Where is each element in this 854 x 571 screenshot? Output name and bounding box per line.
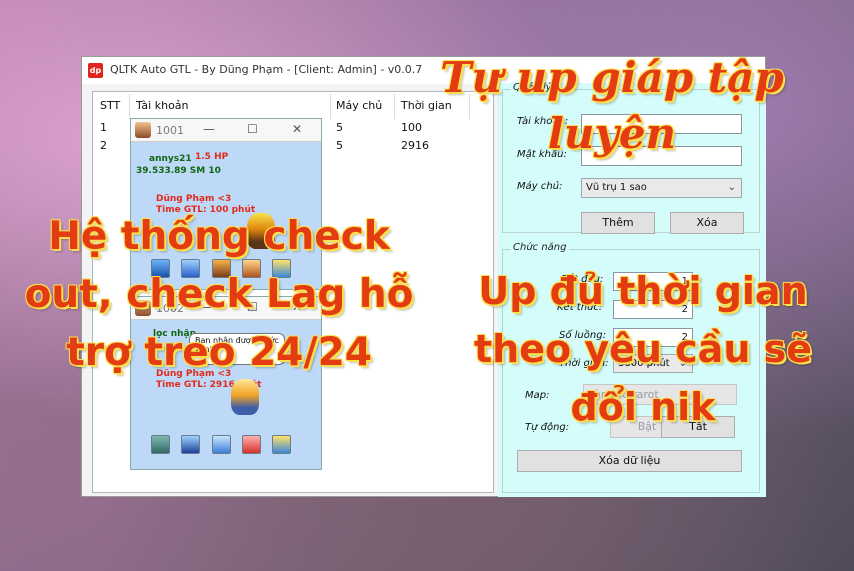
row-server: 5	[336, 139, 343, 152]
character-name: annys21	[149, 154, 192, 164]
column-divider	[394, 94, 395, 119]
power-stat: 39.533.89 SM 10	[136, 166, 221, 176]
hp-tag: 1.5 HP	[195, 152, 229, 162]
function-group-legend: Chức năng	[511, 242, 569, 253]
game-window-title-bar[interactable]: 1001 — ☐ ✕	[131, 119, 321, 142]
column-divider	[129, 94, 130, 119]
server-select-value: Vũ trụ 1 sao	[586, 182, 647, 193]
skill-icon[interactable]	[242, 435, 261, 454]
close-icon[interactable]: ✕	[292, 122, 302, 136]
col-header-stt[interactable]: STT	[100, 99, 120, 112]
col-header-account[interactable]: Tài khoản	[136, 99, 189, 112]
server-label: Máy chủ:	[517, 181, 563, 192]
game-window-id: 1001	[156, 124, 184, 137]
skill-icon[interactable]	[181, 435, 200, 454]
overlay-right: Up đủ thời gian theo yêu cầu sẽ đổi nik	[474, 269, 812, 429]
add-account-button[interactable]: Thêm	[581, 212, 655, 234]
minimize-icon[interactable]: —	[203, 122, 215, 136]
col-header-server[interactable]: Máy chủ	[336, 99, 382, 112]
character-sprite	[231, 379, 259, 415]
column-divider	[330, 94, 331, 119]
maximize-icon[interactable]: ☐	[247, 122, 258, 136]
skill-icon[interactable]	[151, 435, 170, 454]
window-title: QLTK Auto GTL - By Dũng Phạm - [Client: …	[110, 63, 423, 76]
overlay-top-right: Tự up giáp tập luyện	[440, 53, 784, 158]
overlay-left: Hệ thống check out, check Lag hỗ trợ tre…	[24, 214, 414, 375]
server-select[interactable]: Vũ trụ 1 sao ⌄	[581, 178, 742, 198]
delete-account-button[interactable]: Xóa	[670, 212, 744, 234]
skill-icon[interactable]	[272, 435, 291, 454]
skill-icon[interactable]	[212, 435, 231, 454]
row-stt: 1	[100, 121, 107, 134]
row-server: 5	[336, 121, 343, 134]
chevron-down-icon: ⌄	[727, 182, 736, 193]
avatar	[135, 122, 151, 138]
row-stt: 2	[100, 139, 107, 152]
clear-data-button[interactable]: Xóa dữ liệu	[517, 450, 742, 472]
owner-label: Dũng Phạm <3	[156, 194, 232, 204]
app-logo-icon: dp	[88, 63, 103, 78]
